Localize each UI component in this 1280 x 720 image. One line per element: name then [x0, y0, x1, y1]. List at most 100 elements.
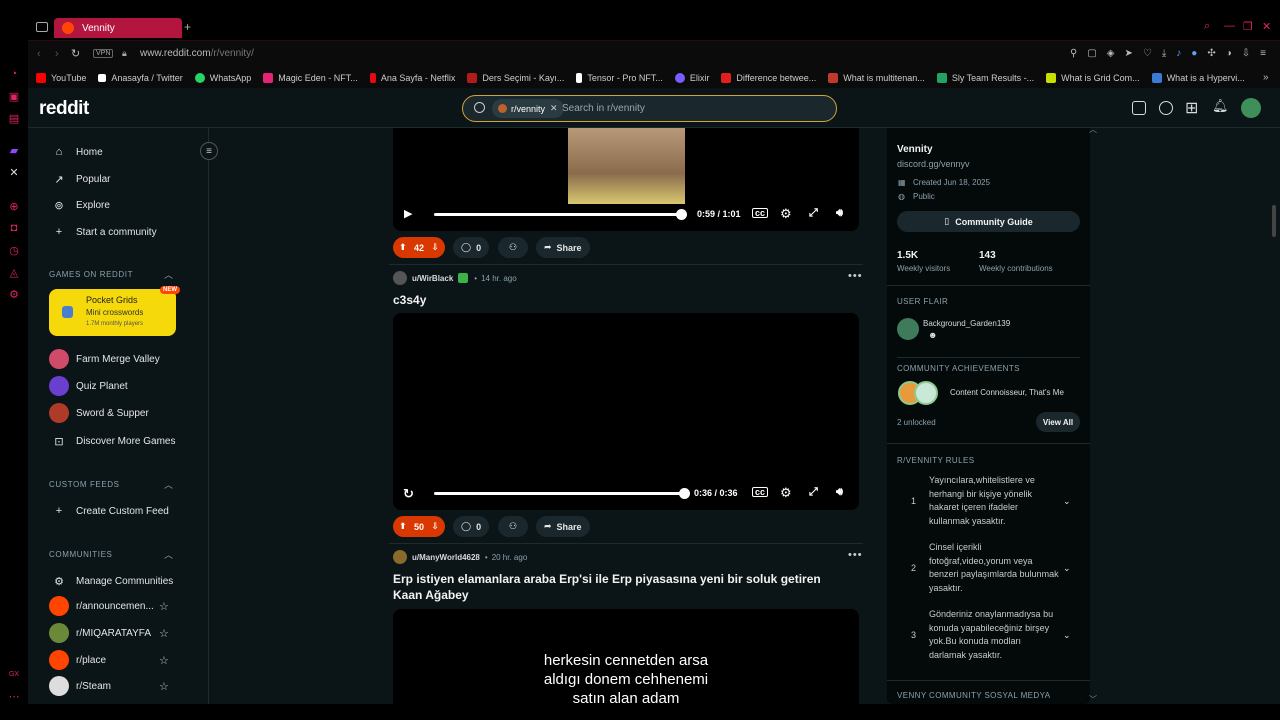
- post2-progress-track[interactable]: [434, 492, 684, 495]
- play-icon[interactable]: ▶: [404, 207, 412, 220]
- settings-gear-icon[interactable]: ⚙: [780, 485, 792, 501]
- settings-gear-icon[interactable]: ⚙: [780, 206, 792, 222]
- post1-award-button[interactable]: ⚇: [498, 237, 528, 258]
- game-quiz-planet[interactable]: Quiz Planet: [49, 376, 128, 396]
- menu-icon[interactable]: ≡: [1260, 48, 1266, 59]
- bookmark-item[interactable]: Elixir: [674, 73, 709, 83]
- achievement-badge[interactable]: [914, 381, 938, 405]
- advertise-icon[interactable]: [1132, 101, 1146, 115]
- chevron-down-icon[interactable]: ⌄: [1063, 496, 1071, 507]
- pin-icon[interactable]: ⚲: [1070, 48, 1077, 59]
- chevron-down-icon[interactable]: ⌄: [1063, 630, 1071, 641]
- rule-item[interactable]: 3 Gönderiniz onaylanmadıysa bu konuda ya…: [897, 608, 1081, 664]
- game-farm-merge-valley[interactable]: Farm Merge Valley: [49, 349, 160, 369]
- close-icon[interactable]: ✕: [1262, 20, 1271, 33]
- downloads-icon[interactable]: ⇩: [1242, 48, 1250, 59]
- post3-video[interactable]: herkesin cennetden arsa aldıgı donem ceh…: [393, 609, 859, 707]
- replay-icon[interactable]: ↻: [403, 486, 414, 502]
- post2-user[interactable]: u/WirBlack: [412, 274, 453, 283]
- bookmark-item[interactable]: Anasayfa / Twitter: [98, 73, 183, 83]
- fullscreen-icon[interactable]: ⤢: [809, 486, 818, 499]
- games-header[interactable]: GAMES ON REDDIT: [49, 270, 133, 279]
- reload-icon[interactable]: ↻: [71, 47, 80, 60]
- create-post-icon[interactable]: ⊞: [1185, 98, 1198, 118]
- favorite-star-icon[interactable]: ☆: [159, 600, 169, 613]
- post2-title[interactable]: c3s4y: [393, 292, 426, 308]
- nav-explore[interactable]: ⊚ Explore: [53, 199, 110, 212]
- sidebar-scroll-down-icon[interactable]: ﹀: [1089, 694, 1097, 705]
- post2-share-button[interactable]: ➦ Share: [536, 516, 590, 537]
- heart-icon[interactable]: ♡: [1143, 48, 1152, 59]
- bookmark-item[interactable]: Sly Team Results -...: [936, 73, 1034, 83]
- flair-username[interactable]: Background_Garden139: [923, 319, 1010, 328]
- community-miqaratayfa[interactable]: r/MIQARATAYFA: [49, 623, 151, 643]
- bookmark-item[interactable]: WhatsApp: [194, 73, 251, 83]
- bag-icon[interactable]: ▣: [6, 88, 22, 104]
- upvote-icon[interactable]: ⬆: [399, 242, 407, 253]
- url-field[interactable]: www.reddit.com/r/vennity/: [140, 48, 254, 59]
- manage-communities[interactable]: ⚙ Manage Communities: [53, 575, 173, 588]
- discover-more-games[interactable]: ⊡ Discover More Games: [53, 435, 175, 448]
- minimize-icon[interactable]: —: [1224, 20, 1235, 32]
- favorite-star-icon[interactable]: ☆: [159, 654, 169, 667]
- post3-title[interactable]: Erp istiyen elamanlara araba Erp'si ile …: [393, 571, 843, 603]
- community-announcements[interactable]: r/announcemen...: [49, 596, 154, 616]
- nav-popular[interactable]: ↗ Popular: [53, 173, 110, 186]
- nav-start-community[interactable]: + Start a community: [53, 226, 157, 238]
- extensions-puzzle-icon[interactable]: ✣: [1207, 48, 1215, 59]
- search-tabs-icon[interactable]: ⌕: [1204, 20, 1210, 33]
- volume-icon[interactable]: 🔊︎: [836, 207, 843, 220]
- post2-vote[interactable]: ⬆ 50 ⇩: [393, 516, 445, 537]
- notifications-icon[interactable]: 🔔︎: [1212, 98, 1229, 114]
- settings-icon[interactable]: ⚙: [6, 286, 22, 302]
- wallet-icon[interactable]: ◑: [1226, 48, 1232, 59]
- bookmark-item[interactable]: YouTube: [36, 73, 86, 83]
- sidebar-scroll-up-icon[interactable]: ︿: [1089, 124, 1097, 135]
- gx-icon[interactable]: GX: [6, 666, 22, 682]
- post1-progress-knob[interactable]: [676, 209, 687, 220]
- lock-icon[interactable]: 🔒︎: [122, 48, 127, 59]
- restore-icon[interactable]: ❐: [1243, 20, 1253, 33]
- twitch-icon[interactable]: ▰: [6, 142, 22, 158]
- bookmark-icon[interactable]: ◘: [6, 220, 22, 236]
- reddit-logo[interactable]: reddit: [39, 98, 89, 120]
- post1-progress-track[interactable]: [434, 213, 681, 216]
- search-scope-chip[interactable]: r/vennity ✕: [492, 99, 564, 118]
- download-icon[interactable]: ⤓: [1162, 48, 1166, 59]
- bookmark-item[interactable]: Magic Eden - NFT...: [263, 73, 358, 83]
- bookmark-item[interactable]: What is multitenan...: [828, 73, 925, 83]
- user-avatar[interactable]: [393, 271, 407, 285]
- post2-comments-button[interactable]: ◯ 0: [453, 516, 490, 537]
- chevron-up-icon[interactable]: ︿: [164, 268, 173, 281]
- post2-progress-knob[interactable]: [679, 488, 690, 499]
- game-sword-supper[interactable]: Sword & Supper: [49, 403, 149, 423]
- captions-icon[interactable]: cc: [752, 208, 769, 218]
- chat-icon[interactable]: [1159, 101, 1173, 115]
- post1-share-button[interactable]: ➦ Share: [536, 237, 590, 258]
- aria-icon[interactable]: ●: [1191, 48, 1197, 59]
- community-place[interactable]: r/place: [49, 650, 106, 670]
- create-custom-feed[interactable]: + Create Custom Feed: [53, 505, 169, 517]
- more-icon[interactable]: ⋯: [6, 688, 22, 704]
- nav-home[interactable]: ⌂ Home: [53, 146, 103, 158]
- snapshot-icon[interactable]: ▢: [1087, 48, 1096, 59]
- remove-scope-icon[interactable]: ✕: [550, 103, 558, 114]
- vpn-badge[interactable]: VPN: [93, 49, 114, 58]
- post3-overflow-icon[interactable]: •••: [848, 549, 863, 561]
- extensions-icon[interactable]: ◬: [6, 264, 22, 280]
- downvote-icon[interactable]: ⇩: [431, 242, 439, 253]
- rule-item[interactable]: 2 Cinsel içerikli fotoğraf,video,yorum v…: [897, 541, 1081, 597]
- send-icon[interactable]: ➤: [1124, 48, 1132, 59]
- captions-icon[interactable]: cc: [752, 487, 769, 497]
- post3-user[interactable]: u/ManyWorld4628: [412, 553, 480, 562]
- bookmark-item[interactable]: What is a Hypervi...: [1151, 73, 1245, 83]
- chevron-up-icon[interactable]: ︿: [164, 548, 173, 561]
- bookmark-item[interactable]: Tensor - Pro NFT...: [576, 73, 663, 83]
- chevron-up-icon[interactable]: ︿: [164, 478, 173, 491]
- shield-icon[interactable]: ◈: [1107, 48, 1115, 59]
- history-icon[interactable]: ◷: [6, 242, 22, 258]
- avatar[interactable]: [1241, 98, 1261, 118]
- tab-switcher-icon[interactable]: [36, 22, 48, 32]
- community-steam[interactable]: r/Steam: [49, 676, 111, 696]
- bookmark-item[interactable]: Ders Seçimi - Kayı...: [467, 73, 564, 83]
